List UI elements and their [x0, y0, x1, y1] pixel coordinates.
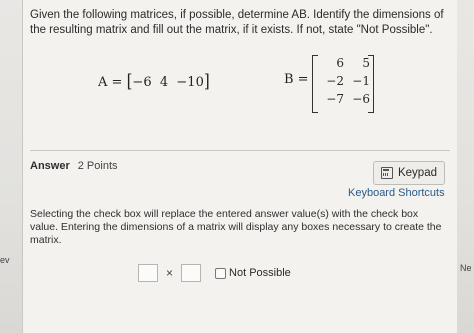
matrix-b-right-bracket [368, 55, 374, 113]
keypad-button[interactable]: Keypad [373, 161, 445, 185]
matrix-b-grid: 6 5 −2 −1 −7 −6 [318, 56, 370, 110]
matrix-b-cell: −1 [352, 74, 370, 88]
keypad-label: Keypad [397, 167, 437, 179]
not-possible-checkbox[interactable] [215, 267, 227, 279]
matrix-a-left-bracket: [ [126, 70, 133, 92]
matrix-a-right-bracket: ] [203, 70, 210, 92]
not-possible-label[interactable]: Not Possible [229, 267, 291, 279]
answer-header: Answer 2 Points [30, 160, 118, 172]
rows-dimension-input[interactable] [138, 264, 158, 282]
matrix-b-cell: −7 [326, 92, 344, 106]
matrix-b-cell: −2 [326, 74, 344, 88]
points-label: 2 Points [77, 160, 118, 172]
matrix-a: A = [−6 4 −10] [98, 70, 210, 92]
matrix-b-cell: −6 [352, 92, 370, 106]
times-symbol: × [166, 266, 174, 280]
matrix-b-cell: 5 [362, 56, 370, 70]
matrix-a-value: −10 [176, 75, 204, 90]
calculator-icon [380, 167, 393, 179]
answer-heading: Answer [30, 160, 70, 172]
matrix-b: 6 5 −2 −1 −7 −6 [312, 55, 374, 113]
next-nav-fragment[interactable]: Ne [460, 263, 472, 273]
matrix-b-cell: 6 [336, 56, 344, 70]
matrix-a-value: 4 [159, 75, 169, 90]
instruction-text: Selecting the check box will replace the… [30, 208, 442, 246]
section-divider [30, 150, 450, 151]
columns-dimension-input[interactable] [181, 264, 202, 282]
matrix-a-value: −6 [132, 75, 152, 90]
previous-nav-fragment[interactable]: ev [0, 255, 10, 265]
matrix-b-label: B = [284, 72, 309, 87]
question-text: Given the following matrices, if possibl… [30, 9, 444, 36]
matrix-a-label: A = [98, 75, 123, 90]
keyboard-shortcuts-link[interactable]: Keyboard Shortcuts [348, 187, 445, 199]
dimension-entry-row: × Not Possible [138, 264, 291, 282]
